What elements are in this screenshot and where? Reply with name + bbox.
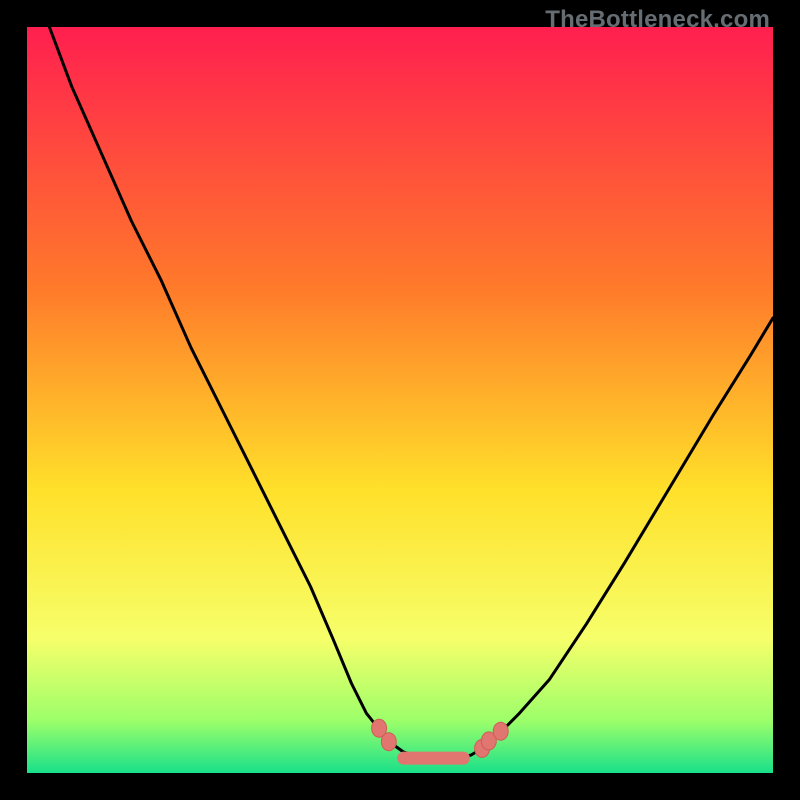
- chart-frame: [27, 27, 773, 773]
- gradient-background: [27, 27, 773, 773]
- marker-dot: [493, 722, 508, 740]
- watermark-text: TheBottleneck.com: [545, 6, 770, 34]
- marker-dot: [381, 733, 396, 751]
- chart-svg: [27, 27, 773, 773]
